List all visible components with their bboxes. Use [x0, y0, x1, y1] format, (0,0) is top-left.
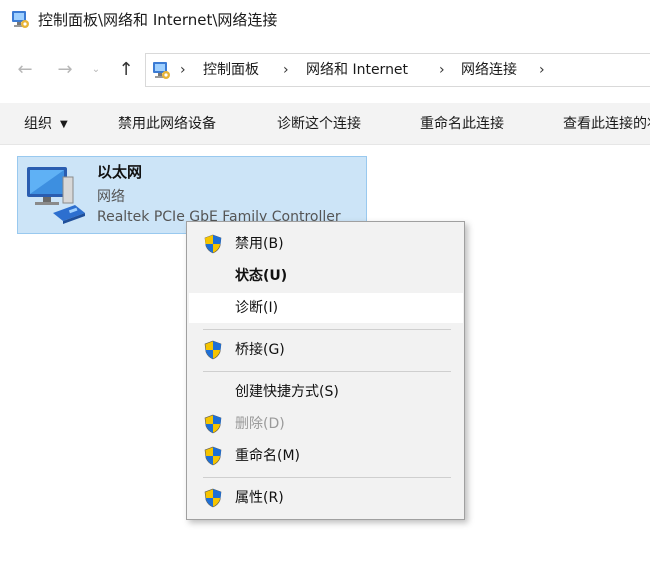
- up-arrow-icon: ↑: [118, 58, 134, 80]
- connection-name: 以太网: [97, 163, 143, 181]
- menu-item-status[interactable]: 状态(U): [189, 261, 463, 291]
- context-menu: 禁用(B) 状态(U) 诊断(I) 桥接(G) 创建快捷方式(S) 删除(D): [186, 221, 465, 520]
- organize-label: 组织: [24, 116, 52, 132]
- uac-shield-icon: [204, 340, 222, 360]
- network-adapter-icon: [27, 167, 85, 224]
- menu-item-label: 诊断(I): [235, 300, 279, 316]
- menu-separator: [203, 329, 451, 330]
- breadcrumb-control-panel[interactable]: 控制面板: [203, 54, 259, 86]
- control-panel-icon: [153, 62, 170, 79]
- diagnose-connection-button[interactable]: 诊断这个连接: [277, 103, 361, 145]
- organize-button[interactable]: 组织 ▼: [24, 103, 68, 145]
- menu-item-delete[interactable]: 删除(D): [189, 409, 463, 439]
- breadcrumb-separator: ›: [439, 62, 445, 78]
- breadcrumb-network-internet[interactable]: 网络和 Internet: [306, 54, 408, 86]
- breadcrumb-separator: ›: [283, 62, 289, 78]
- rename-connection-button[interactable]: 重命名此连接: [420, 103, 504, 145]
- connection-network: 网络: [97, 189, 125, 205]
- menu-item-bridge[interactable]: 桥接(G): [189, 335, 463, 365]
- menu-item-label: 创建快捷方式(S): [235, 384, 339, 400]
- title-bar: 控制面板\网络和 Internet\网络连接: [0, 0, 650, 40]
- forward-arrow-icon: →: [57, 58, 73, 80]
- menu-item-label: 状态(U): [235, 268, 288, 284]
- menu-item-create-shortcut[interactable]: 创建快捷方式(S): [189, 377, 463, 407]
- menu-item-properties[interactable]: 属性(R): [189, 483, 463, 513]
- back-arrow-icon: ←: [17, 58, 33, 80]
- menu-item-label: 属性(R): [235, 490, 284, 506]
- menu-item-diagnose[interactable]: 诊断(I): [189, 293, 463, 323]
- disable-device-button[interactable]: 禁用此网络设备: [118, 103, 216, 145]
- caret-down-icon: ▼: [60, 119, 68, 130]
- menu-item-label: 桥接(G): [235, 342, 285, 358]
- breadcrumb-separator: ›: [539, 62, 545, 78]
- command-bar: 组织 ▼ 禁用此网络设备 诊断这个连接 重命名此连接 查看此连接的状态: [0, 103, 650, 145]
- menu-separator: [203, 371, 451, 372]
- view-status-button[interactable]: 查看此连接的状态: [563, 103, 650, 145]
- recent-locations-button[interactable]: ⌄: [88, 56, 104, 82]
- back-button[interactable]: ←: [14, 56, 36, 82]
- control-panel-icon: [12, 11, 29, 28]
- address-bar[interactable]: › 控制面板 › 网络和 Internet › 网络连接 ›: [145, 53, 650, 87]
- breadcrumb-separator: ›: [180, 62, 186, 78]
- uac-shield-icon: [204, 414, 222, 434]
- uac-shield-icon: [204, 446, 222, 466]
- menu-separator: [203, 477, 451, 478]
- navigation-bar: ← → ⌄ ↑ › 控制面板 › 网络和 Internet › 网络连接 ›: [0, 48, 650, 90]
- menu-item-label: 删除(D): [235, 416, 285, 432]
- forward-button[interactable]: →: [54, 56, 76, 82]
- uac-shield-icon: [204, 488, 222, 508]
- breadcrumb-network-connections[interactable]: 网络连接: [461, 54, 517, 86]
- menu-item-disable[interactable]: 禁用(B): [189, 229, 463, 259]
- window-title: 控制面板\网络和 Internet\网络连接: [38, 11, 278, 29]
- up-button[interactable]: ↑: [114, 56, 138, 82]
- menu-item-label: 重命名(M): [235, 448, 301, 464]
- menu-item-rename[interactable]: 重命名(M): [189, 441, 463, 471]
- menu-item-label: 禁用(B): [235, 236, 284, 252]
- uac-shield-icon: [204, 234, 222, 254]
- chevron-down-icon: ⌄: [91, 63, 101, 75]
